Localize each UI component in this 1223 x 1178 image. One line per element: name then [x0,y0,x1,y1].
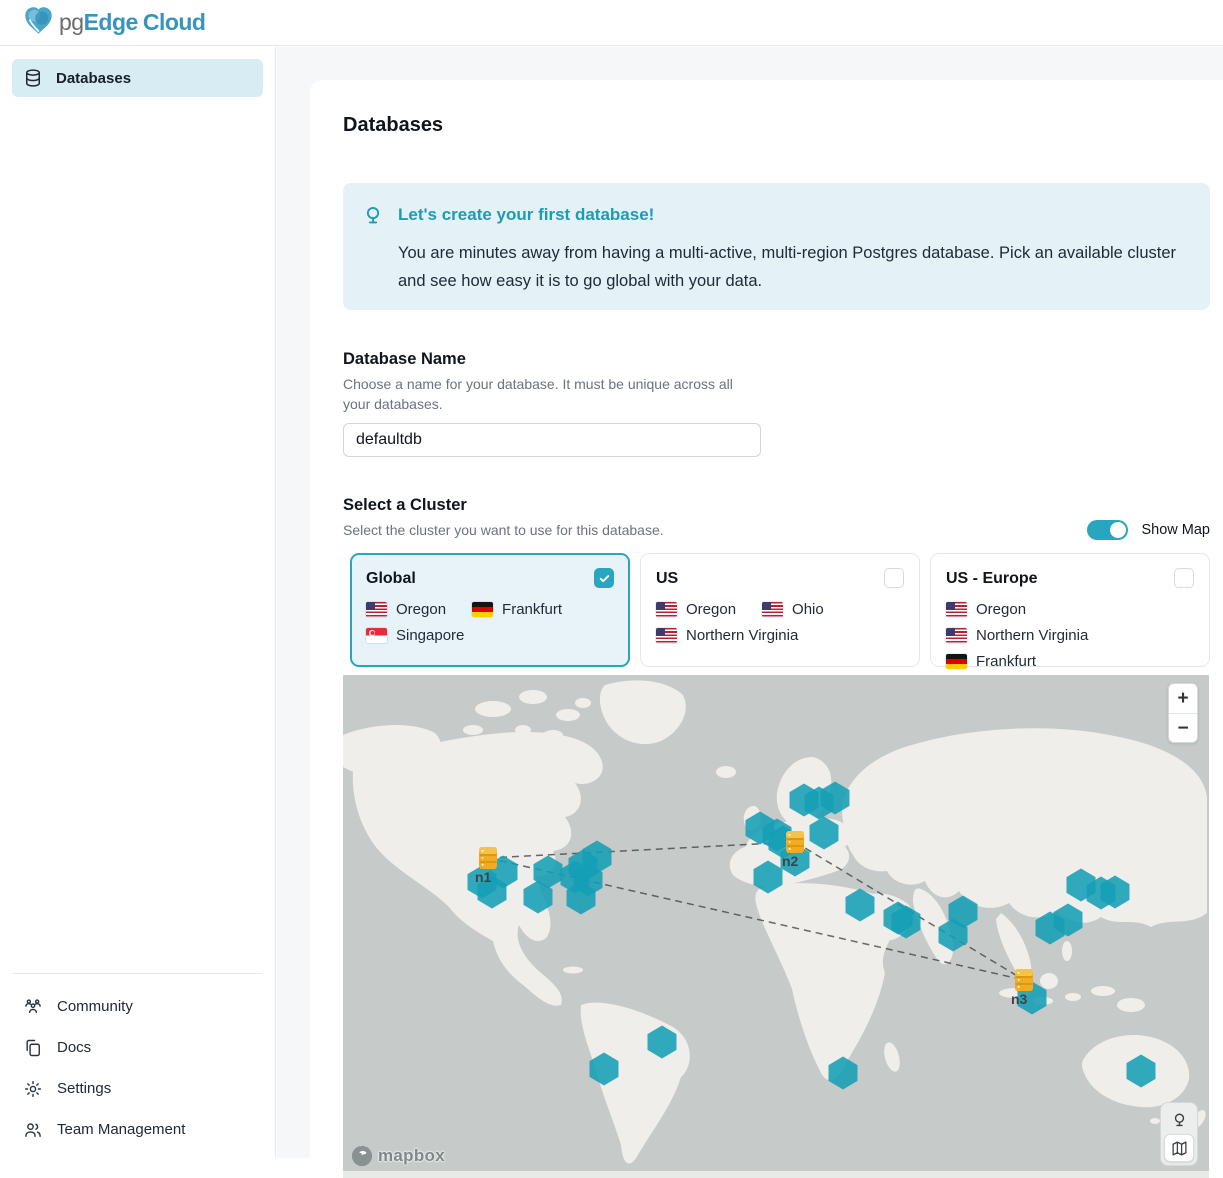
map-zoom-control: + − [1168,683,1198,743]
region-hex-marker[interactable] [810,817,839,850]
region-item: Northern Virginia [656,627,798,644]
sidebar-item-label: Team Management [57,1121,185,1138]
region-item: Frankfurt [946,653,1036,670]
cluster-card-us-europe[interactable]: US - Europe Oregon Northern Virginia Fra… [930,553,1210,667]
region-item: Oregon [366,601,446,618]
show-map-label: Show Map [1141,522,1210,538]
folded-map-icon [1171,1140,1188,1157]
banner-title: Let's create your first database! [398,204,1190,226]
cluster-checkbox[interactable] [1174,568,1194,588]
cluster-card-global[interactable]: Global Oregon Frankfurt Singapore [350,553,630,667]
db-node-n3[interactable]: n3 [1014,968,1034,992]
pgedge-heart-icon [22,4,55,42]
top-header: pgEdgeCloud [0,0,1223,46]
sidebar-item-label: Databases [56,70,131,87]
globe-stand-icon [1171,1112,1188,1129]
flag-icon [656,602,677,617]
region-item: Singapore [366,627,464,644]
sidebar-item-docs[interactable]: Docs [12,1027,262,1068]
flag-icon [946,602,967,617]
team-icon [23,1120,43,1140]
settings-icon [23,1079,43,1099]
region-hex-marker[interactable] [648,1026,677,1059]
mapbox-logo[interactable]: mapbox [351,1145,445,1167]
cluster-card-us[interactable]: US Oregon Ohio Northern Virginia [640,553,920,667]
region-hex-marker[interactable] [754,861,783,894]
region-item: Northern Virginia [946,627,1088,644]
flag-icon [366,628,387,643]
sidebar-item-label: Settings [57,1080,111,1097]
sidebar-item-label: Community [57,998,133,1015]
community-icon [23,997,43,1017]
zoom-in-button[interactable]: + [1169,684,1197,713]
docs-icon [23,1038,43,1058]
sidebar-item-community[interactable]: Community [12,986,262,1027]
map-marker-layer: n1 n2 n3 [343,675,1209,1178]
node-database-icon [1014,968,1034,992]
select-cluster-label: Select a Cluster [343,496,1210,515]
flag-icon [472,602,493,617]
check-icon [598,572,611,585]
globe-view-button[interactable] [1164,1106,1194,1134]
database-name-help: Choose a name for your database. It must… [343,374,753,414]
sidebar-item-settings[interactable]: Settings [12,1068,262,1109]
page-title: Databases [343,113,1210,137]
sidebar: Databases Community Docs Settings [0,47,276,1158]
flag-icon [366,602,387,617]
node-label: n2 [782,853,798,869]
database-name-input[interactable] [343,423,761,457]
cluster-name: US [656,568,678,590]
logo-text-pg: pg [59,9,84,35]
node-database-icon [785,830,805,854]
database-name-label: Database Name [343,350,1210,369]
show-map-toggle[interactable] [1087,520,1128,540]
region-hex-marker[interactable] [1127,1055,1156,1088]
cluster-name: Global [366,568,416,590]
cluster-name: US - Europe [946,568,1038,590]
region-hex-marker[interactable] [846,889,875,922]
db-node-n2[interactable]: n2 [785,830,805,854]
pgedge-logo[interactable]: pgEdgeCloud [22,4,205,42]
flag-icon [656,628,677,643]
sidebar-footer: Community Docs Settings Team Managemen [12,973,262,1158]
flag-icon [946,654,967,669]
node-database-icon [478,846,498,870]
flag-icon [762,602,783,617]
mapbox-wordmark: mapbox [378,1146,445,1166]
banner-body: You are minutes away from having a multi… [398,239,1190,295]
toggle-knob [1110,522,1126,538]
zoom-out-button[interactable]: − [1169,713,1197,742]
db-node-n1[interactable]: n1 [478,846,498,870]
region-item: Frankfurt [472,601,562,618]
node-label: n3 [1011,991,1027,1007]
world-map[interactable]: n1 n2 n3 + − [343,675,1209,1178]
logo-text-edge: Edge [84,9,138,35]
sidebar-item-databases[interactable]: Databases [12,59,263,97]
region-item: Ohio [762,601,824,618]
logo-text-cloud: Cloud [143,9,206,35]
region-hex-marker[interactable] [590,1053,619,1086]
flag-icon [946,628,967,643]
cluster-card-row: Global Oregon Frankfurt Singapore US [350,553,1210,667]
first-database-banner: Let's create your first database! You ar… [343,183,1210,310]
region-hex-marker[interactable] [829,1057,858,1090]
content-card: Databases Let's create your first databa… [310,80,1223,1168]
mapbox-icon [351,1145,373,1167]
map-style-control [1160,1102,1198,1166]
database-icon [23,68,43,88]
cluster-checkbox[interactable] [884,568,904,588]
select-cluster-help: Select the cluster you want to use for t… [343,522,664,538]
main-area: Databases Let's create your first databa… [277,47,1223,1158]
tip-globe-icon [362,205,384,227]
node-label: n1 [475,869,491,885]
region-item: Oregon [656,601,736,618]
sidebar-item-team-management[interactable]: Team Management [12,1109,262,1150]
region-item: Oregon [946,601,1026,618]
sidebar-item-label: Docs [57,1039,91,1056]
cluster-checkbox[interactable] [594,568,614,588]
